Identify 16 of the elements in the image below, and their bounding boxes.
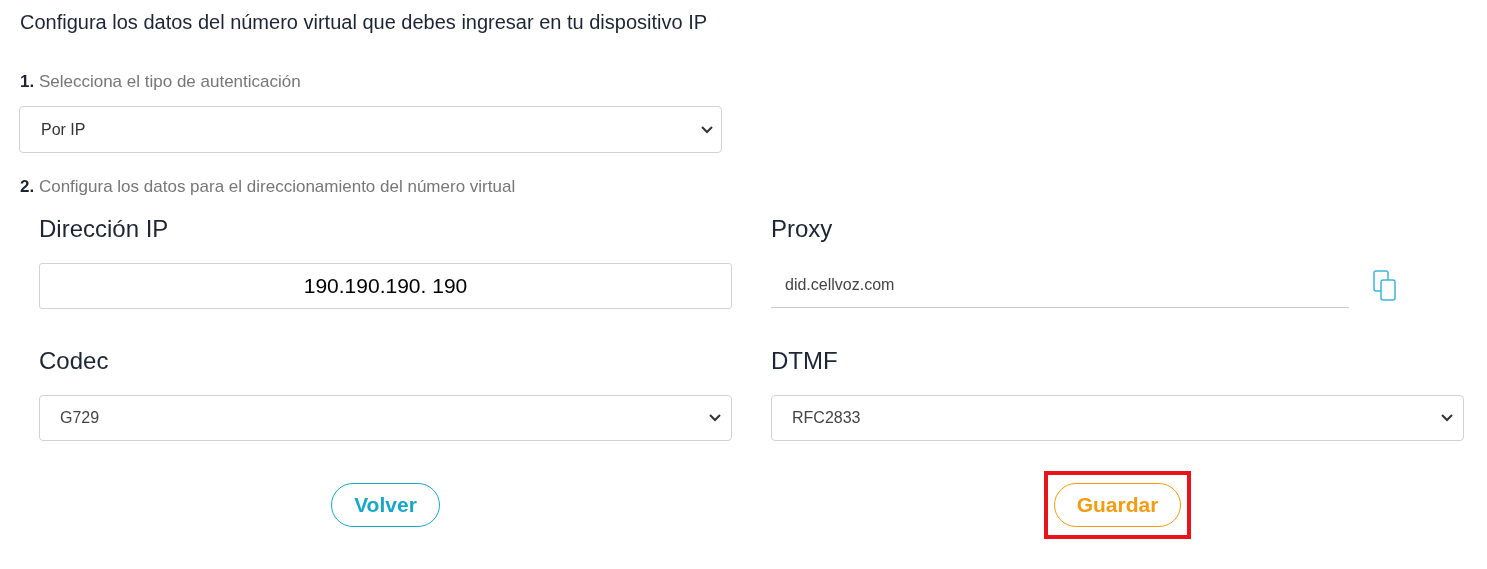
chevron-down-icon bbox=[701, 125, 713, 134]
select-field[interactable]: G729 bbox=[39, 395, 732, 441]
chevron-down-icon bbox=[709, 414, 721, 422]
field-label: Proxy bbox=[771, 214, 834, 244]
input-field[interactable]: did.cellvoz.com bbox=[771, 263, 1349, 308]
page-heading: Configura los datos del número virtual que debes ingresar en tu dispositivo IP bbox=[20, 11, 709, 34]
field-label: Dirección IP bbox=[39, 214, 170, 244]
field-label: Codec bbox=[39, 346, 110, 376]
field-label: DTMF bbox=[771, 346, 839, 376]
select-field[interactable]: RFC2833 bbox=[771, 395, 1464, 441]
step-label: 1. Selecciona el tipo de autenticación bbox=[20, 72, 302, 92]
copy-icon[interactable] bbox=[1373, 269, 1397, 302]
step-label: 2. Configura los datos para el direccionamiento del número virtual bbox=[20, 177, 517, 197]
select-field[interactable]: Por IP bbox=[19, 106, 722, 153]
chevron-down-icon bbox=[1441, 414, 1453, 422]
input-field[interactable]: 190.190.190. 190 bbox=[39, 263, 732, 309]
